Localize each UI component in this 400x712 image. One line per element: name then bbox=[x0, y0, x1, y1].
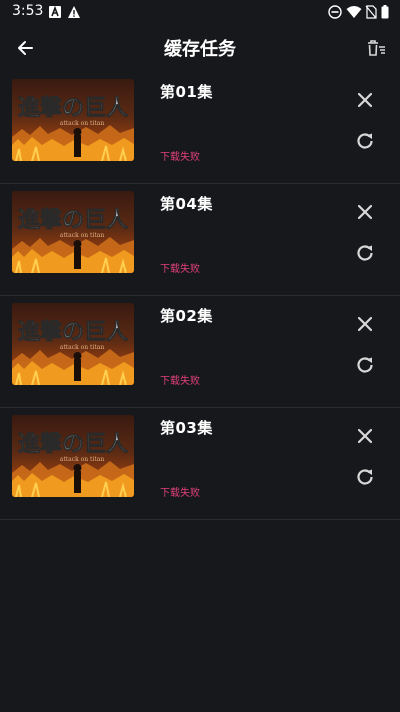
refresh-icon bbox=[357, 469, 373, 485]
close-icon bbox=[357, 204, 373, 220]
task-item[interactable]: 第04集 下载失败 bbox=[0, 184, 400, 296]
delete-task-button[interactable] bbox=[353, 424, 377, 448]
download-status: 下载失败 bbox=[160, 264, 200, 275]
wifi-icon bbox=[346, 4, 362, 23]
clear-all-button[interactable] bbox=[364, 36, 388, 60]
refresh-icon bbox=[357, 357, 373, 373]
episode-title: 第04集 bbox=[160, 195, 213, 213]
download-status: 下载失败 bbox=[160, 376, 200, 387]
episode-thumbnail bbox=[12, 191, 134, 273]
text-a-notification-icon bbox=[48, 4, 62, 23]
delete-task-button[interactable] bbox=[353, 312, 377, 336]
retry-download-button[interactable] bbox=[353, 353, 377, 377]
retry-download-button[interactable] bbox=[353, 241, 377, 265]
battery-icon bbox=[381, 4, 389, 23]
refresh-icon bbox=[357, 133, 373, 149]
page-title: 缓存任务 bbox=[164, 39, 236, 60]
status-bar: 3:53 bbox=[0, 0, 400, 24]
close-icon bbox=[357, 428, 373, 444]
task-item[interactable]: 第03集 下载失败 bbox=[0, 408, 400, 520]
retry-download-button[interactable] bbox=[353, 465, 377, 489]
download-task-list: 第01集 下载失败 第04集 下载失败 第02集 下载失败 第03集 下载失败 bbox=[0, 72, 400, 520]
download-status: 下载失败 bbox=[160, 488, 200, 499]
app-bar: 缓存任务 bbox=[0, 24, 400, 72]
task-item[interactable]: 第02集 下载失败 bbox=[0, 296, 400, 408]
episode-title: 第01集 bbox=[160, 83, 213, 101]
episode-thumbnail bbox=[12, 79, 134, 161]
download-status: 下载失败 bbox=[160, 152, 200, 163]
delete-task-button[interactable] bbox=[353, 88, 377, 112]
episode-title: 第02集 bbox=[160, 307, 213, 325]
status-time: 3:53 bbox=[12, 3, 44, 19]
episode-thumbnail bbox=[12, 415, 134, 497]
warning-notification-icon bbox=[67, 4, 81, 23]
retry-download-button[interactable] bbox=[353, 129, 377, 153]
task-item[interactable]: 第01集 下载失败 bbox=[0, 72, 400, 184]
clear-all-icon bbox=[368, 40, 385, 56]
episode-thumbnail bbox=[12, 303, 134, 385]
episode-title: 第03集 bbox=[160, 419, 213, 437]
no-sim-icon bbox=[365, 4, 377, 23]
close-icon bbox=[357, 92, 373, 108]
close-icon bbox=[357, 316, 373, 332]
do-not-disturb-icon bbox=[328, 4, 342, 23]
delete-task-button[interactable] bbox=[353, 200, 377, 224]
refresh-icon bbox=[357, 245, 373, 261]
